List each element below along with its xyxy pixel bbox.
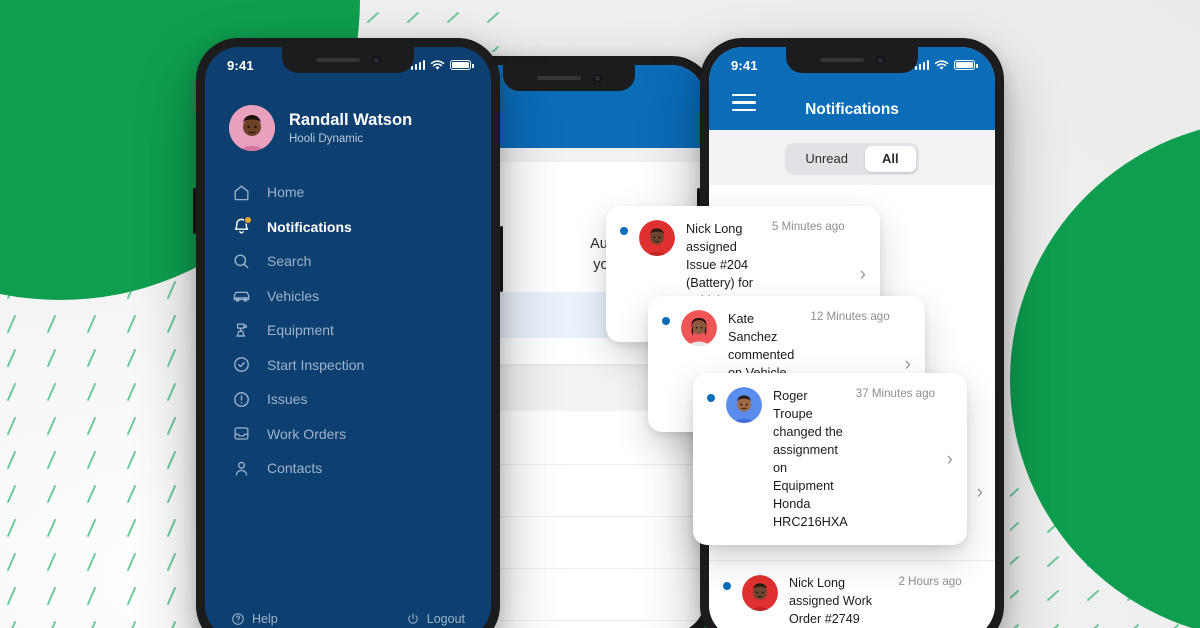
sidebar-item-label: Notifications: [267, 218, 352, 235]
logout-button[interactable]: Logout: [406, 612, 465, 626]
status-time: 9:41: [227, 57, 254, 73]
tab-unread[interactable]: Unread: [788, 146, 865, 172]
chevron-right-icon: ›: [976, 482, 983, 504]
wifi-icon: [430, 59, 445, 70]
chevron-right-icon: ›: [904, 353, 911, 375]
wifi-icon: [934, 59, 949, 70]
notification-text: Roger Troupe changed the assignment on E…: [773, 389, 848, 530]
avatar: [229, 105, 275, 151]
notification-time: 12 Minutes ago: [810, 310, 890, 323]
profile-name: Randall Watson: [289, 111, 413, 130]
sidebar-item-label: Vehicles: [267, 287, 320, 304]
sidebar-item-contacts[interactable]: Contacts: [205, 451, 491, 486]
battery-icon: [450, 60, 474, 70]
notification-time: 2 Hours ago: [898, 575, 962, 589]
unread-dot-icon: [707, 394, 715, 402]
navigation-drawer: 9:41 Randall Watson Hooli Dynamic Home N…: [205, 47, 491, 628]
bell-icon: [231, 215, 252, 237]
status-time: 9:41: [731, 57, 758, 73]
alert-circle-icon: [231, 389, 251, 409]
earpiece-speaker: [315, 58, 360, 62]
notification-time: 5 Minutes ago: [771, 220, 845, 233]
drawer-screen: 9:41 Randall Watson Hooli Dynamic Home N…: [205, 47, 491, 628]
avatar-kate-sanchez: [681, 310, 717, 346]
help-button[interactable]: Help: [231, 612, 278, 626]
notification-item-nick-long-wo[interactable]: Nick Long assigned Work Order #2749 (Bra…: [709, 561, 995, 628]
earpiece-speaker: [536, 76, 581, 80]
person-icon: [231, 458, 251, 478]
power-icon: [407, 613, 418, 624]
dashboard-notch: [503, 65, 635, 91]
notification-badge-dot: [244, 215, 252, 224]
question-circle-icon: [232, 613, 244, 625]
front-camera: [875, 55, 885, 65]
notifications-notch: [786, 47, 918, 73]
sidebar-item-label: Start Inspection: [267, 356, 365, 373]
notification-time: 37 Minutes ago: [855, 387, 936, 400]
sidebar-item-start-inspection[interactable]: Start Inspection: [205, 348, 491, 383]
unread-dot-icon: [723, 582, 731, 591]
sidebar-item-vehicles[interactable]: Vehicles: [205, 279, 491, 314]
chevron-right-icon: ›: [946, 448, 953, 470]
unread-dot-icon: [620, 227, 628, 235]
avatar-nick-long: [742, 575, 778, 612]
unread-dot-icon: [662, 317, 670, 325]
sidebar-item-work-orders[interactable]: Work Orders: [205, 417, 491, 452]
drawer-footer: Help Logout: [205, 599, 491, 628]
car-icon: [231, 286, 251, 306]
battery-icon: [954, 60, 978, 70]
earpiece-speaker: [819, 58, 864, 62]
profile-org: Hooli Dynamic: [289, 132, 364, 145]
hamburger-icon[interactable]: [732, 93, 756, 116]
home-icon: [231, 182, 251, 202]
notification-text: Nick Long assigned Work Order #2749 (Bra…: [789, 576, 873, 626]
sidebar-item-label: Issues: [267, 391, 308, 408]
dashboard-status-time: 9:41: [455, 84, 456, 85]
sidebar-item-label: Work Orders: [267, 425, 347, 442]
drawer-notch: [282, 47, 414, 73]
sidebar-item-equipment[interactable]: Equipment: [205, 313, 491, 348]
equipment-icon: [231, 320, 251, 340]
front-camera: [592, 73, 602, 83]
check-circle-icon: [231, 355, 251, 375]
sidebar-item-label: Search: [267, 253, 312, 270]
sidebar-item-label: Home: [267, 184, 305, 201]
sidebar-item-label: Contacts: [267, 460, 323, 477]
phone-navigation-drawer: 9:41 Randall Watson Hooli Dynamic Home N…: [193, 38, 503, 628]
notification-card-roger-troupe[interactable]: Roger Troupe changed the assignment on E…: [693, 373, 967, 546]
avatar-nick-long: [639, 220, 675, 256]
notifications-filter-tabs: Unread All: [709, 143, 995, 176]
logout-label: Logout: [426, 612, 465, 626]
drawer-nav: Home Notifications Search Vehicles Equip…: [205, 175, 491, 486]
help-label: Help: [252, 612, 278, 626]
phone-side-button[interactable]: [500, 226, 503, 292]
sidebar-item-home[interactable]: Home: [205, 175, 491, 210]
sidebar-item-label: Equipment: [267, 322, 334, 339]
tab-all[interactable]: All: [865, 146, 916, 173]
sidebar-item-notifications[interactable]: Notifications: [205, 210, 491, 245]
front-camera: [371, 55, 381, 65]
chevron-right-icon: ›: [859, 263, 866, 285]
screenshot-stage: 9:41 Auto you Recen: [0, 0, 1200, 628]
search-icon: [231, 251, 251, 271]
sidebar-item-issues[interactable]: Issues: [205, 382, 491, 417]
phone-volume-button[interactable]: [193, 188, 196, 234]
avatar-roger-troupe: [726, 387, 762, 423]
inbox-icon: [231, 424, 251, 444]
sidebar-item-search[interactable]: Search: [205, 244, 491, 279]
